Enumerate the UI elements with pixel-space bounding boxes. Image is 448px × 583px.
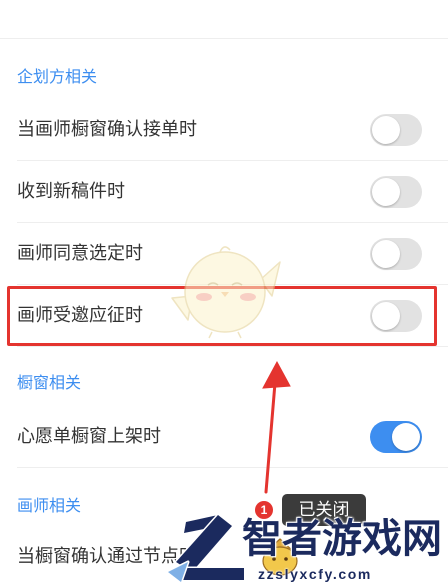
section-title-artist: 画师相关 xyxy=(17,496,82,515)
setting-row-artist-invited-to-apply: 画师受邀应征时 xyxy=(0,285,448,347)
setting-label: 画师同意选定时 xyxy=(17,243,143,264)
top-divider xyxy=(0,38,448,39)
toggle-knob xyxy=(372,116,400,144)
notification-settings-screen: 企划方相关 当画师橱窗确认接单时 收到新稿件时 画师同意选定时 画师受邀应征时 … xyxy=(0,0,448,583)
setting-label: 画师受邀应征时 xyxy=(17,305,143,326)
watermark-domain: zzslyxcfy.com xyxy=(258,566,372,582)
section-title-planner: 企划方相关 xyxy=(17,67,98,86)
setting-label: 当画师橱窗确认接单时 xyxy=(17,119,197,140)
setting-label: 收到新稿件时 xyxy=(17,181,125,202)
toggle-window-order-confirmed[interactable] xyxy=(370,114,422,146)
setting-row-artist-agrees-selection: 画师同意选定时 xyxy=(0,223,448,285)
site-logo xyxy=(166,513,246,583)
toggle-wishlist-window-listed[interactable] xyxy=(370,421,422,453)
setting-row-wishlist-window-listed: 心愿单橱窗上架时 xyxy=(0,406,448,468)
toggle-knob xyxy=(392,423,420,451)
toggle-knob xyxy=(372,302,400,330)
section-title-window: 橱窗相关 xyxy=(17,373,82,392)
setting-row-new-draft-received: 收到新稿件时 xyxy=(0,161,448,223)
setting-row-window-order-confirmed: 当画师橱窗确认接单时 xyxy=(0,99,448,161)
toggle-knob xyxy=(372,240,400,268)
toggle-new-draft-received[interactable] xyxy=(370,176,422,208)
toggle-artist-invited-to-apply[interactable] xyxy=(370,300,422,332)
toggle-knob xyxy=(372,178,400,206)
toggle-artist-agrees-selection[interactable] xyxy=(370,238,422,270)
setting-label: 心愿单橱窗上架时 xyxy=(17,426,161,447)
watermark-brand: 智者游戏网 xyxy=(242,516,442,562)
